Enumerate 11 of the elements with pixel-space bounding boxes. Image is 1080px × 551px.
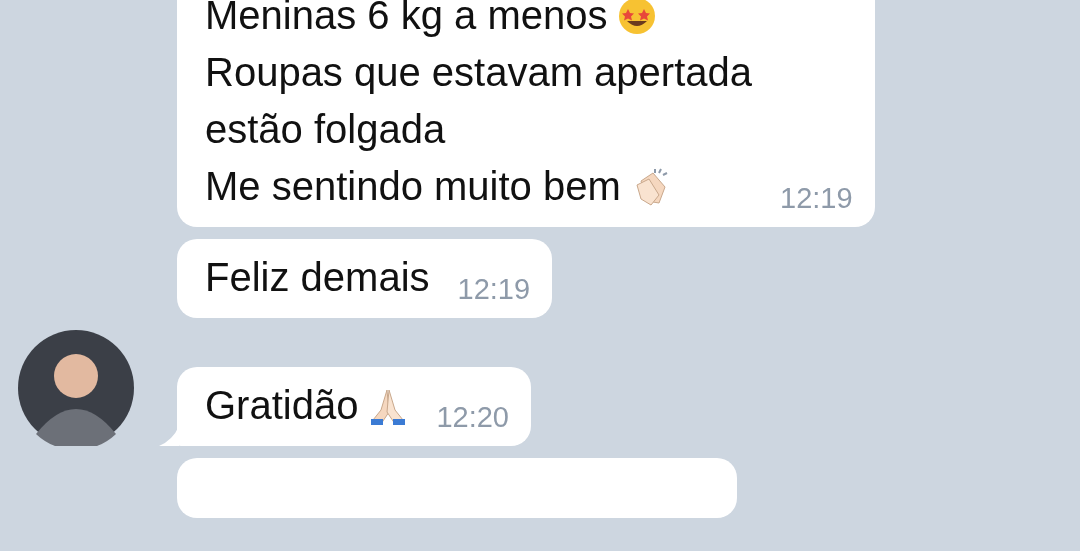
message-time: 12:20	[436, 403, 509, 432]
message-text: Feliz demais	[205, 254, 430, 301]
message-text: Gratidão	[205, 382, 359, 429]
message-time: 12:19	[780, 184, 853, 213]
star-eyes-emoji-icon	[617, 0, 658, 36]
message-text: Roupas que estavam apertada	[205, 49, 753, 96]
message-text: Me sentindo muito bem	[205, 163, 621, 210]
message-text: Meninas 6 kg a menos	[205, 0, 608, 39]
avatar[interactable]	[18, 330, 134, 446]
message-text: estão folgada	[205, 106, 446, 153]
message-time: 12:19	[457, 275, 531, 304]
